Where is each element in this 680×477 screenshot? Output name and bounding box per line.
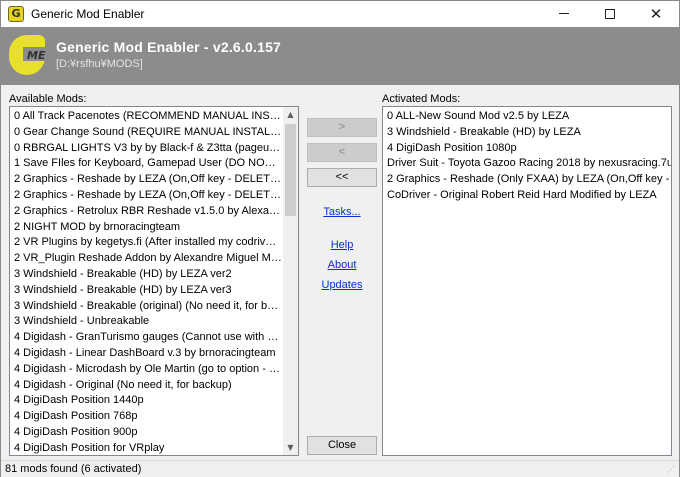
list-item[interactable]: CoDriver - Original Robert Reid Hard Mod…: [387, 188, 671, 204]
header-banner: ME Generic Mod Enabler - v2.6.0.157 [D:¥…: [1, 27, 679, 85]
scrollbar-thumb[interactable]: [285, 124, 296, 216]
logo-me-text: ME: [27, 49, 46, 62]
list-item[interactable]: 0 Gear Change Sound (REQUIRE MANUAL INST…: [14, 125, 282, 141]
status-bar: 81 mods found (6 activated) ⋰: [1, 460, 679, 477]
available-mods-label: Available Mods:: [9, 93, 87, 105]
minimize-icon: [559, 13, 569, 14]
list-item[interactable]: 4 DigiDash Position 1440p: [14, 393, 282, 409]
list-item[interactable]: 4 Digidash - Microdash by Ole Martin (go…: [14, 362, 282, 378]
activated-mods-label: Activated Mods:: [382, 93, 461, 105]
list-item[interactable]: 2 Graphics - Reshade by LEZA (On,Off key…: [14, 172, 282, 188]
list-item[interactable]: 4 Digidash - Linear DashBoard v.3 by brn…: [14, 346, 282, 362]
list-item[interactable]: 3 Windshield - Breakable (HD) by LEZA: [387, 125, 671, 141]
mods-count-status: 81 mods found (6 activated): [5, 463, 142, 475]
activated-mods-list[interactable]: 0 ALL-New Sound Mod v2.5 by LEZA 3 Windsh…: [382, 106, 672, 456]
title-bar[interactable]: G Generic Mod Enabler ✕: [1, 1, 679, 27]
list-item[interactable]: 4 DigiDash Position for VRplay: [14, 441, 282, 455]
mods-folder-path: [D:¥rsfhu¥MODS]: [56, 58, 143, 70]
list-item[interactable]: 3 Windshield - Unbreakable: [14, 314, 282, 330]
list-item[interactable]: 0 ALL-New Sound Mod v2.5 by LEZA: [387, 109, 671, 125]
scroll-up-arrow-icon[interactable]: ▲: [283, 107, 298, 122]
list-item[interactable]: 4 Digidash - Original (No need it, for b…: [14, 378, 282, 394]
list-item[interactable]: 1 Save FIles for Keyboard, Gamepad User …: [14, 156, 282, 172]
app-name-version: Generic Mod Enabler - v2.6.0.157: [56, 39, 282, 55]
available-mods-list[interactable]: 0 All Track Pacenotes (RECOMMEND MANUAL …: [9, 106, 299, 456]
list-item[interactable]: 4 DigiDash Position 900p: [14, 425, 282, 441]
list-item[interactable]: 0 All Track Pacenotes (RECOMMEND MANUAL …: [14, 109, 282, 125]
list-item[interactable]: Driver Suit - Toyota Gazoo Racing 2018 b…: [387, 156, 671, 172]
list-item[interactable]: 4 DigiDash Position 1080p: [387, 141, 671, 157]
minimize-button[interactable]: [541, 1, 587, 27]
scroll-down-arrow-icon[interactable]: ▼: [283, 440, 298, 455]
close-window-button[interactable]: ✕: [633, 1, 679, 27]
help-link[interactable]: Help: [307, 239, 377, 251]
available-list-scrollbar[interactable]: ▲ ▼: [283, 107, 298, 455]
list-item[interactable]: 2 Graphics - Reshade by LEZA (On,Off key…: [14, 188, 282, 204]
resize-grip-icon[interactable]: ⋰: [667, 465, 677, 475]
deactivate-mod-button[interactable]: <: [307, 143, 377, 162]
list-item[interactable]: 3 Windshield - Breakable (HD) by LEZA ve…: [14, 267, 282, 283]
close-icon: ✕: [649, 5, 663, 23]
list-item[interactable]: 2 VR Plugins by kegetys.fi (After instal…: [14, 235, 282, 251]
window-title: Generic Mod Enabler: [31, 7, 145, 21]
updates-link[interactable]: Updates: [307, 279, 377, 291]
list-item[interactable]: 3 Windshield - Breakable (HD) by LEZA ve…: [14, 283, 282, 299]
list-item[interactable]: 2 NIGHT MOD by brnoracingteam: [14, 220, 282, 236]
list-item[interactable]: 2 VR_Plugin Reshade Addon by Alexandre M…: [14, 251, 282, 267]
close-button[interactable]: Close: [307, 436, 377, 455]
list-item[interactable]: 3 Windshield - Breakable (original) (No …: [14, 299, 282, 315]
maximize-icon: [605, 8, 615, 19]
maximize-button[interactable]: [587, 1, 633, 27]
gme-logo: ME: [9, 35, 49, 75]
tasks-link[interactable]: Tasks...: [307, 206, 377, 218]
about-link[interactable]: About: [307, 259, 377, 271]
list-item[interactable]: 4 Digidash - GranTurismo gauges (Cannot …: [14, 330, 282, 346]
list-item[interactable]: 0 RBRGAL LIGHTS V3 by by Black-f & Z3tta…: [14, 141, 282, 157]
list-item[interactable]: 2 Graphics - Reshade (Only FXAA) by LEZA…: [387, 172, 671, 188]
app-icon: G: [8, 6, 24, 22]
app-window: G Generic Mod Enabler ✕ ME Generic Mod E…: [0, 0, 680, 477]
activate-mod-button[interactable]: >: [307, 118, 377, 137]
list-item[interactable]: 2 Graphics - Retrolux RBR Reshade v1.5.0…: [14, 204, 282, 220]
deactivate-all-button[interactable]: <<: [307, 168, 377, 187]
list-item[interactable]: 4 DigiDash Position 768p: [14, 409, 282, 425]
